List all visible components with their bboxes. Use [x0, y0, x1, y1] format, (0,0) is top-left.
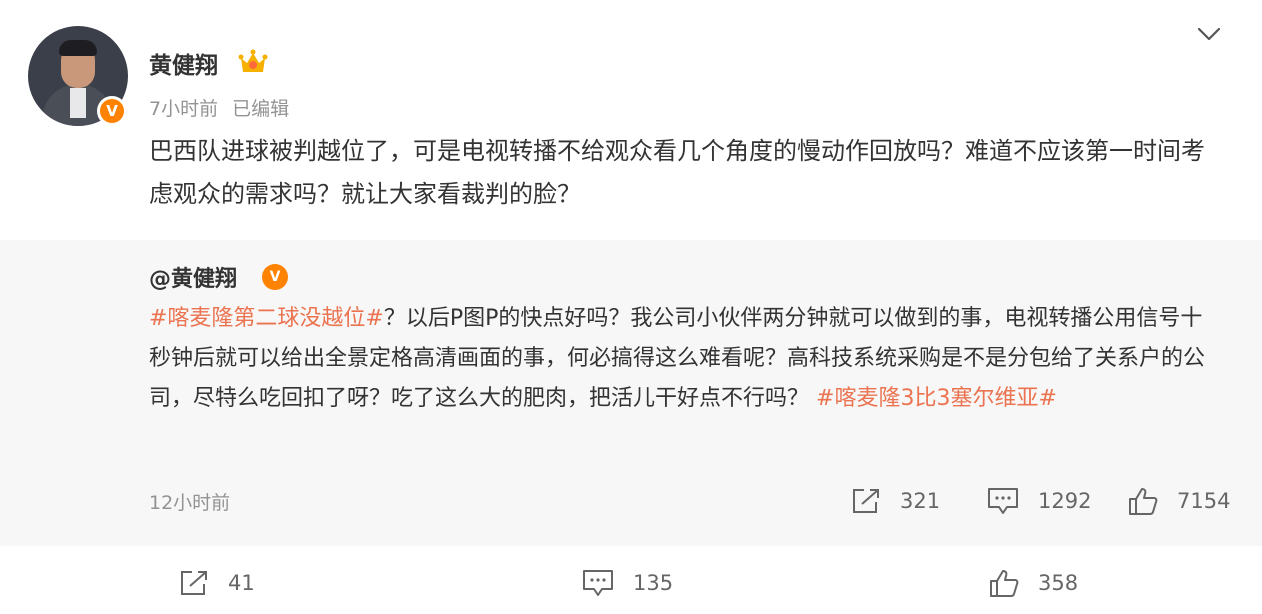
comment-count: 135: [633, 571, 674, 595]
author-name[interactable]: 黄健翔: [149, 46, 218, 80]
retweet-repost-button[interactable]: 321: [850, 484, 940, 518]
post-time[interactable]: 7小时前: [149, 98, 218, 120]
post-action-bar: 41 135 358: [0, 548, 1262, 614]
avatar-hair: [59, 40, 97, 56]
crown-icon: [238, 49, 268, 72]
comment-icon: [988, 488, 1018, 514]
verified-icon: V: [262, 264, 288, 290]
repost-count: 321: [900, 489, 941, 513]
like-count: 7154: [1177, 489, 1231, 513]
like-button[interactable]: 358: [988, 566, 1078, 600]
comment-count: 1292: [1038, 489, 1092, 513]
post-text: 巴西队进球被判越位了，可是电视转播不给观众看几个角度的慢动作回放吗？难道不应该第…: [149, 137, 1205, 208]
retweet-comment-button[interactable]: 1292: [986, 484, 1091, 518]
comment-button[interactable]: 135: [581, 566, 673, 600]
chevron-down-icon[interactable]: [1196, 24, 1222, 44]
topic-link[interactable]: #喀麦隆3比3塞尔维亚#: [816, 386, 1057, 411]
weibo-post-card: V 黄健翔 7小时前 已编辑 巴西队进球被判越位了，可是电视转播不给观众看几个角度…: [0, 0, 1262, 614]
retweet-footer: 12小时前 321 1292 7154: [0, 480, 1262, 524]
retweet-time[interactable]: 12小时前: [149, 488, 230, 515]
like-icon: [1129, 488, 1158, 515]
retweet-author[interactable]: @黄健翔: [149, 261, 237, 293]
verified-icon: V: [97, 96, 127, 126]
avatar-shirt: [70, 88, 86, 118]
post-meta: 7小时前 已编辑: [149, 94, 289, 121]
comment-icon: [583, 570, 613, 596]
topic-link[interactable]: #喀麦隆第二球没越位#: [149, 306, 384, 331]
like-count: 358: [1038, 571, 1079, 595]
repost-count: 41: [228, 571, 255, 595]
edited-label[interactable]: 已编辑: [232, 98, 289, 120]
retweet-text: #喀麦隆第二球没越位#？以后P图P的快点好吗？我公司小伙伴两分钟就可以做到的事，…: [149, 299, 1224, 419]
repost-icon: [181, 571, 207, 595]
retweet-like-button[interactable]: 7154: [1127, 484, 1230, 518]
repost-button[interactable]: 41: [178, 566, 255, 600]
repost-icon: [853, 489, 879, 513]
like-icon: [990, 570, 1019, 597]
